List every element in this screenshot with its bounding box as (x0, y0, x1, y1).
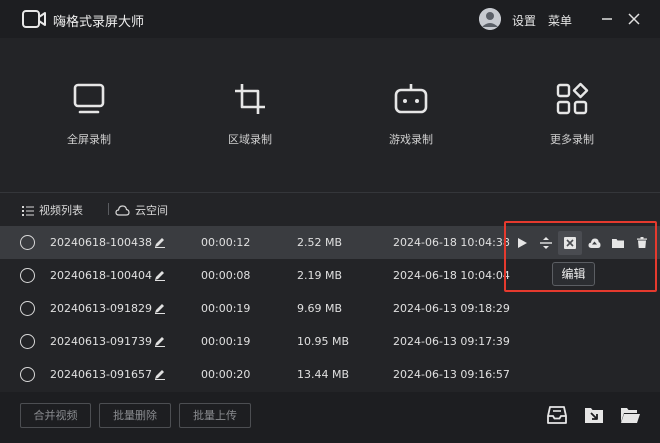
mode-region[interactable]: 区域录制 (200, 82, 300, 147)
close-icon (628, 13, 640, 25)
rename-pen-icon[interactable] (154, 335, 166, 347)
monitor-icon (73, 83, 105, 114)
mode-fullscreen[interactable]: 全屏录制 (39, 82, 139, 147)
batch-upload-button[interactable]: 批量上传 (179, 403, 251, 428)
mode-game[interactable]: 游戏录制 (361, 82, 461, 147)
video-date: 2024-06-18 10:04:38 (393, 236, 510, 249)
merge-videos-button[interactable]: 合并视频 (20, 403, 91, 428)
mode-label: 全屏录制 (67, 133, 111, 146)
grid-apps-icon (556, 82, 589, 115)
video-size: 10.95 MB (297, 335, 350, 348)
video-duration: 00:00:08 (201, 269, 251, 282)
camera-logo-icon (22, 10, 46, 28)
video-date: 2024-06-18 10:04:04 (393, 269, 510, 282)
user-avatar-icon (479, 8, 501, 30)
video-name: 20240613-091657 (50, 368, 152, 381)
video-size: 9.69 MB (297, 302, 343, 315)
tab-cloud-space[interactable]: 云空间 (115, 202, 168, 218)
cloud-icon (115, 204, 130, 216)
video-size: 2.19 MB (297, 269, 343, 282)
video-name: 20240613-091739 (50, 335, 152, 348)
video-duration: 00:00:20 (201, 368, 251, 381)
mode-label: 游戏录制 (389, 133, 433, 146)
video-duration: 00:00:19 (201, 335, 251, 348)
rename-pen-icon[interactable] (154, 302, 166, 314)
close-button[interactable] (624, 9, 644, 29)
row-checkbox[interactable] (20, 301, 35, 316)
edit-tooltip: 编辑 (552, 262, 595, 286)
row-checkbox[interactable] (20, 268, 35, 283)
mode-more[interactable]: 更多录制 (522, 82, 622, 147)
import-file-icon[interactable] (583, 405, 605, 425)
footer-toolbar: 合并视频 批量删除 批量上传 (0, 392, 660, 443)
rename-pen-icon[interactable] (154, 368, 166, 380)
video-name: 20240618-100404 (50, 269, 152, 282)
list-icon (22, 205, 34, 216)
row-checkbox[interactable] (20, 235, 35, 250)
recording-modes: 全屏录制 区域录制 游戏录制 更多录制 (0, 38, 660, 192)
video-date: 2024-06-13 09:17:39 (393, 335, 510, 348)
gamepad-icon (394, 84, 428, 114)
tab-separator (108, 203, 109, 215)
minimize-icon (602, 18, 612, 20)
avatar[interactable] (479, 8, 501, 30)
tab-label: 云空间 (135, 204, 168, 217)
row-checkbox[interactable] (20, 367, 35, 382)
video-date: 2024-06-13 09:18:29 (393, 302, 510, 315)
mode-label: 更多录制 (550, 133, 594, 146)
storage-tray-icon[interactable] (546, 405, 568, 425)
video-name: 20240613-091829 (50, 302, 152, 315)
video-size: 2.52 MB (297, 236, 343, 249)
video-row[interactable]: 20240613-091829 00:00:19 9.69 MB 2024-06… (0, 292, 660, 325)
video-duration: 00:00:19 (201, 302, 251, 315)
video-size: 13.44 MB (297, 368, 350, 381)
rename-pen-icon[interactable] (154, 236, 166, 248)
tab-label: 视频列表 (39, 204, 83, 217)
open-folder-icon[interactable] (619, 405, 641, 425)
video-date: 2024-06-13 09:16:57 (393, 368, 510, 381)
mode-label: 区域录制 (228, 133, 272, 146)
minimize-button[interactable] (597, 9, 617, 29)
tab-video-list[interactable]: 视频列表 (22, 202, 83, 218)
menu-link[interactable]: 菜单 (548, 12, 572, 29)
video-row[interactable]: 20240613-091657 00:00:20 13.44 MB 2024-0… (0, 358, 660, 391)
crop-icon (235, 84, 265, 114)
app-title: 嗨格式录屏大师 (53, 15, 145, 30)
video-row[interactable]: 20240613-091739 00:00:19 10.95 MB 2024-0… (0, 325, 660, 358)
row-checkbox[interactable] (20, 334, 35, 349)
video-duration: 00:00:12 (201, 236, 251, 249)
settings-link[interactable]: 设置 (512, 12, 536, 29)
video-name: 20240618-100438 (50, 236, 152, 249)
batch-delete-button[interactable]: 批量删除 (99, 403, 171, 428)
title-bar: 嗨格式录屏大师 设置 菜单 (0, 0, 660, 38)
rename-pen-icon[interactable] (154, 269, 166, 281)
